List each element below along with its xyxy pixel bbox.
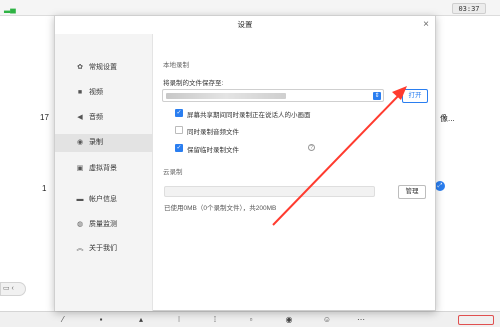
- settings-dialog: 设置 × ✿ 常规设置 ■ 视频 ◀ 音频 ◉ 录制 ▣ 虚拟背景 ▬ 帐户信息…: [54, 15, 436, 311]
- save-path-value-redacted: [166, 93, 286, 99]
- gear-icon: ✿: [77, 64, 83, 71]
- video-icon[interactable]: ▪: [96, 315, 106, 325]
- settings-sidebar: ✿ 常规设置 ■ 视频 ◀ 音频 ◉ 录制 ▣ 虚拟背景 ▬ 帐户信息 ◍ 质量…: [55, 34, 153, 311]
- speaker-icon: ◀: [77, 114, 83, 121]
- recording-settings-panel: 本地录制 将录制的文件保存至: ⇕ 打开 ✓ 屏幕共享期间同时录制正在说话人的小…: [153, 34, 435, 310]
- cloud-recording-title: 云录制: [163, 169, 183, 176]
- sidebar-item-recording[interactable]: ◉ 录制: [55, 134, 153, 152]
- chevron-down-icon[interactable]: ⇕: [373, 92, 381, 100]
- background-icon: ▣: [76, 165, 84, 172]
- local-recording-title: 本地录制: [163, 62, 189, 69]
- sidebar-item-label: 关于我们: [89, 245, 117, 252]
- sidebar-item-label: 音频: [89, 114, 103, 121]
- sidebar-item-general[interactable]: ✿ 常规设置: [55, 59, 153, 77]
- about-icon: ︽: [76, 245, 84, 252]
- record-icon: ◉: [76, 139, 84, 146]
- apps-icon[interactable]: ▫: [246, 315, 256, 325]
- sidebar-item-label: 常规设置: [89, 64, 117, 71]
- participant-number: 1: [42, 184, 47, 193]
- more-icon[interactable]: ⋯: [356, 315, 366, 325]
- reaction-icon[interactable]: ☺: [322, 315, 332, 325]
- cloud-storage-bar: [164, 186, 375, 197]
- clock-display: 03:37: [452, 3, 486, 14]
- chat-icon[interactable]: ⁞: [210, 315, 220, 325]
- checkbox-label: 保留临时录制文件: [187, 147, 239, 154]
- monitor-icon: ◍: [76, 221, 84, 228]
- sidebar-item-video[interactable]: ■ 视频: [55, 84, 153, 102]
- account-icon: ▬: [76, 196, 84, 203]
- sidebar-item-about[interactable]: ︽ 关于我们: [55, 240, 153, 258]
- sidebar-item-account[interactable]: ▬ 帐户信息: [55, 191, 153, 209]
- open-folder-button[interactable]: 打开: [402, 89, 428, 103]
- expand-icon[interactable]: ⤢: [435, 181, 445, 191]
- participant-name-truncated: 像...: [440, 114, 455, 123]
- sidebar-item-quality[interactable]: ◍ 质量监测: [55, 216, 153, 234]
- wifi-icon: ▂▄: [4, 4, 16, 13]
- title-bar: ▂▄ 03:37: [0, 0, 500, 16]
- participant-number: 17: [40, 113, 49, 122]
- dialog-title: 设置: [237, 20, 253, 29]
- save-location-label: 将录制的文件保存至:: [163, 80, 224, 87]
- sidebar-item-audio[interactable]: ◀ 音频: [55, 109, 153, 127]
- speaker-thumbnail-checkbox[interactable]: ✓: [175, 109, 183, 117]
- participants-icon[interactable]: ⁝: [174, 315, 184, 325]
- record-audio-file-checkbox[interactable]: [175, 126, 183, 134]
- sidebar-item-label: 帐户信息: [89, 196, 117, 203]
- record-icon[interactable]: ◉: [284, 315, 294, 325]
- mic-icon[interactable]: ⁄: [58, 315, 68, 325]
- cloud-usage-text: 已使用0MB（0个录制文件），共200MB: [164, 205, 277, 212]
- manage-cloud-button[interactable]: 管理: [398, 185, 426, 199]
- sidebar-item-virtual-background[interactable]: ▣ 虚拟背景: [55, 160, 153, 178]
- toolbar: ⁄ ▪ ▴ ⁝ ⁞ ▫ ◉ ☺ ⋯: [0, 311, 500, 327]
- sidebar-item-label: 录制: [89, 139, 103, 146]
- sidebar-item-label: 虚拟背景: [89, 165, 117, 172]
- save-path-select[interactable]: ⇕: [162, 89, 384, 102]
- sidebar-item-label: 视频: [89, 89, 103, 96]
- share-icon[interactable]: ▴: [136, 315, 146, 325]
- camera-icon: ■: [77, 89, 83, 96]
- collapse-tab[interactable]: ▭ ‹: [0, 282, 26, 296]
- help-icon[interactable]: ?: [308, 144, 315, 151]
- checkbox-label: 同时录制音频文件: [187, 129, 239, 136]
- checkbox-label: 屏幕共享期间同时录制正在说话人的小画面: [187, 112, 311, 119]
- keep-temp-files-checkbox[interactable]: ✓: [175, 144, 183, 152]
- close-icon[interactable]: ×: [423, 19, 429, 31]
- leave-button[interactable]: [458, 315, 494, 325]
- sidebar-item-label: 质量监测: [89, 221, 117, 228]
